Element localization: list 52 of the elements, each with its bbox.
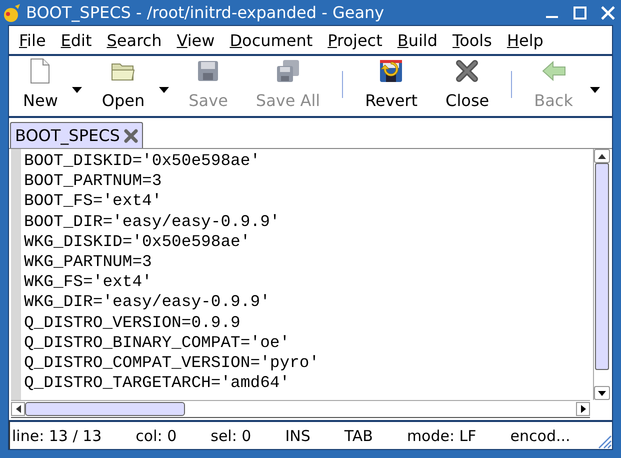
menu-item[interactable]: Edit: [60, 30, 97, 50]
left-arrow-icon[interactable]: [16, 405, 20, 413]
horizontal-scrollbar[interactable]: [11, 400, 590, 418]
menu-item[interactable]: Search: [106, 30, 167, 50]
right-arrow-icon[interactable]: [580, 405, 586, 413]
status-text: line: 13 / 13: [12, 426, 102, 444]
menu-item[interactable]: File: [18, 30, 51, 50]
file-tab[interactable]: BOOT_SPECS: [10, 122, 143, 149]
menu-item[interactable]: View: [176, 30, 220, 50]
dropdown-arrow-icon[interactable]: [158, 87, 169, 93]
down-arrow-icon[interactable]: [598, 390, 606, 396]
maximize-icon[interactable]: [573, 6, 587, 20]
window-title: BOOT_SPECS - /root/initrd-expanded - Geany: [26, 3, 386, 22]
code-line: WKG_DISKID='0x50e598ae': [24, 232, 252, 252]
code-line: Q_DISTRO_VERSION=0.9.9: [24, 312, 242, 333]
toolbar-button[interactable]: Open: [88, 56, 159, 116]
code-line: Q_DISTRO_TARGETARCH='amd64': [24, 373, 291, 394]
document-icon: [30, 58, 50, 84]
code-line: BOOT_DIR='easy/easy-0.9.9': [24, 212, 281, 232]
toolbar-button[interactable]: New: [9, 56, 72, 116]
code-line: BOOT_FS='ext4': [24, 191, 163, 212]
code-line: BOOT_DISKID='0x50e598ae': [24, 151, 262, 172]
up-arrow-icon[interactable]: [598, 154, 606, 158]
status-text: sel: 0: [210, 426, 252, 444]
left-arrow-icon: [542, 61, 566, 81]
close-icon: [455, 59, 480, 83]
code-line: BOOT_PARTNUM=3: [24, 171, 163, 192]
code-line: WKG_PARTNUM=3: [24, 252, 153, 272]
floppy-disks-icon: [276, 59, 300, 83]
status-text: TAB: [344, 426, 373, 444]
dropdown-arrow-icon[interactable]: [72, 87, 82, 93]
toolbar-button[interactable]: Close: [432, 56, 504, 116]
close-icon[interactable]: [124, 128, 138, 142]
toolbar-button[interactable]: Revert: [351, 56, 432, 116]
code-line: Q_DISTRO_COMPAT_VERSION='pyro': [24, 353, 320, 374]
code-line: WKG_DIR='easy/easy-0.9.9': [24, 292, 271, 313]
status-text: col: 0: [136, 426, 177, 444]
folder-icon: [111, 61, 136, 81]
menu-item[interactable]: Help: [506, 30, 548, 50]
status-text: INS: [285, 426, 310, 444]
overflow-arrow-icon[interactable]: [590, 87, 600, 93]
vertical-scrollbar[interactable]: [593, 149, 610, 400]
menu-item[interactable]: Build: [396, 30, 443, 50]
menu-item[interactable]: Project: [326, 30, 388, 50]
menu-item[interactable]: Tools: [452, 30, 497, 50]
code-line: WKG_FS='ext4': [24, 272, 153, 292]
app-icon: [2, 2, 22, 22]
resize-grip-icon[interactable]: [596, 433, 612, 449]
status-text: mode: LF: [406, 426, 476, 444]
status-text: encod...: [510, 426, 570, 444]
code-line: Q_DISTRO_BINARY_COMPAT='oe': [24, 332, 291, 354]
menu-item[interactable]: Document: [228, 30, 318, 50]
